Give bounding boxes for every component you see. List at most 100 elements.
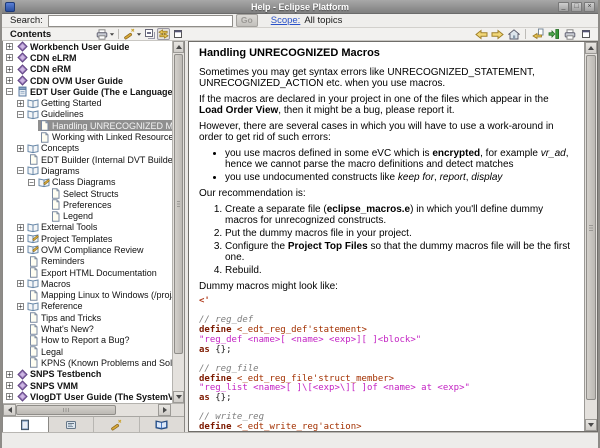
topic-content-pane: Handling UNRECOGNIZED Macros Sometimes yo… bbox=[188, 41, 598, 432]
tree-item[interactable]: Mapping Linux to Windows (/proj/ to bbox=[3, 289, 172, 301]
home-icon[interactable] bbox=[507, 28, 520, 40]
show-in-toc-icon[interactable] bbox=[531, 28, 544, 40]
expand-toggle-icon[interactable]: + bbox=[17, 144, 24, 152]
expand-toggle-icon[interactable]: + bbox=[6, 370, 13, 378]
tree-item[interactable]: + OVM Compliance Review bbox=[3, 244, 172, 255]
scroll-up-button[interactable] bbox=[173, 41, 184, 53]
forward-icon[interactable] bbox=[491, 28, 504, 40]
doc-icon bbox=[49, 210, 61, 222]
search-results-tab[interactable] bbox=[94, 417, 140, 432]
wand-icon[interactable] bbox=[122, 28, 135, 40]
collapse-toggle-icon[interactable]: − bbox=[28, 178, 35, 186]
toc-icon bbox=[16, 52, 28, 64]
expand-toggle-icon[interactable]: + bbox=[17, 235, 24, 243]
search-label: Search: bbox=[10, 15, 43, 26]
tree-item-label: Guidelines bbox=[41, 109, 84, 120]
collapse-toggle-icon[interactable]: − bbox=[6, 88, 13, 96]
back-icon[interactable] bbox=[475, 28, 488, 40]
tree-item-label: Diagrams bbox=[41, 165, 80, 176]
bookmarks-tab[interactable] bbox=[140, 417, 185, 432]
tree-item[interactable]: How to Report a Bug? bbox=[3, 335, 172, 346]
expand-toggle-icon[interactable]: + bbox=[17, 223, 24, 231]
tree-item[interactable]: + Macros bbox=[3, 278, 172, 289]
tree-item[interactable]: Reminders bbox=[3, 256, 172, 267]
tree-item[interactable]: Select Structs bbox=[3, 188, 172, 199]
paragraph: Dummy macros might look like: bbox=[199, 281, 338, 292]
print-topic-icon[interactable] bbox=[563, 28, 576, 40]
collapse-toggle-icon[interactable]: − bbox=[17, 167, 24, 175]
tree-item[interactable]: What's New? bbox=[3, 323, 172, 335]
expand-toggle-icon[interactable]: + bbox=[17, 246, 24, 254]
scope-link[interactable]: Scope: bbox=[271, 15, 301, 26]
maximize-view-icon[interactable] bbox=[171, 28, 184, 40]
scroll-left-button[interactable] bbox=[3, 404, 16, 416]
content-vertical-scrollbar[interactable] bbox=[584, 42, 597, 431]
tree-item[interactable]: + Concepts bbox=[3, 143, 172, 154]
tree-item[interactable]: + CDN OVM User Guide bbox=[3, 75, 172, 86]
collapse-all-icon[interactable] bbox=[143, 28, 156, 40]
tree-item-label: KPNS (Known Problems and Solutio bbox=[41, 357, 172, 368]
tree-item[interactable]: − EDT User Guide (The e Language bbox=[3, 86, 172, 97]
doc-icon bbox=[27, 335, 39, 346]
tree-item[interactable]: Legal bbox=[3, 346, 172, 357]
tree-item[interactable]: Working with Linked Resources ( bbox=[3, 131, 172, 143]
contents-tab[interactable] bbox=[3, 417, 49, 432]
tree-item[interactable]: + CDN eLRM bbox=[3, 52, 172, 64]
expand-toggle-icon[interactable]: + bbox=[17, 280, 24, 288]
maximize-content-icon[interactable] bbox=[579, 28, 592, 40]
tree-item[interactable]: − Guidelines bbox=[3, 109, 172, 120]
index-tab[interactable] bbox=[49, 417, 94, 432]
toc-icon bbox=[16, 391, 28, 403]
expand-toggle-icon[interactable]: + bbox=[6, 54, 13, 62]
tree-item[interactable]: Legend bbox=[3, 210, 172, 222]
expand-toggle-icon[interactable]: + bbox=[6, 65, 13, 73]
print-menu-chevron-icon[interactable] bbox=[109, 28, 115, 40]
tree-item[interactable]: EDT Builder (Internal DVT Builder) bbox=[3, 154, 172, 165]
tree-item[interactable]: KPNS (Known Problems and Solutio bbox=[3, 357, 172, 369]
tree-item-label: CDN eRM bbox=[30, 64, 72, 75]
scroll-down-button[interactable] bbox=[585, 419, 597, 431]
link-with-contents-icon[interactable] bbox=[157, 28, 170, 40]
scroll-right-button[interactable] bbox=[158, 404, 171, 416]
tree-vertical-scrollbar[interactable] bbox=[172, 41, 184, 403]
tree-horizontal-scrollbar[interactable] bbox=[3, 403, 184, 416]
content-scrollbar-thumb[interactable] bbox=[586, 55, 596, 400]
tree-item-label: Preferences bbox=[63, 199, 112, 210]
tree-item[interactable]: + CDN eRM bbox=[3, 64, 172, 75]
tree-item[interactable]: + SNPS VMM bbox=[3, 380, 172, 391]
tree-hscrollbar-thumb[interactable] bbox=[16, 405, 116, 415]
scroll-up-button[interactable] bbox=[585, 42, 597, 54]
scroll-down-button[interactable] bbox=[173, 391, 184, 403]
tree-item[interactable]: + VlogDT User Guide (The SystemV bbox=[3, 391, 172, 403]
tree-item-label: Legend bbox=[63, 211, 94, 222]
collapse-toggle-icon[interactable]: − bbox=[17, 110, 24, 118]
tree-item[interactable]: Preferences bbox=[3, 199, 172, 210]
add-bookmark-icon[interactable] bbox=[547, 28, 560, 40]
tree-item[interactable]: Export HTML Documentation bbox=[3, 267, 172, 278]
expand-toggle-icon[interactable]: + bbox=[6, 382, 13, 390]
wand-menu-chevron-icon[interactable] bbox=[136, 28, 142, 40]
print-icon[interactable] bbox=[95, 28, 108, 40]
expand-toggle-icon[interactable]: + bbox=[17, 302, 24, 310]
tree-item[interactable]: Tips and Tricks bbox=[3, 312, 172, 323]
tree-item[interactable]: Handling UNRECOGNIZED Macros bbox=[3, 120, 172, 132]
expand-toggle-icon[interactable]: + bbox=[17, 99, 24, 107]
doc-icon bbox=[38, 120, 50, 131]
paragraph: If the macros are declared in your proje… bbox=[199, 94, 549, 116]
tree-item[interactable]: − Class Diagrams bbox=[3, 177, 172, 188]
tree-item[interactable]: + Getting Started bbox=[3, 97, 172, 108]
search-input[interactable] bbox=[47, 14, 233, 27]
tree-item[interactable]: + Project Templates bbox=[3, 233, 172, 244]
tree-item-label: OVM Compliance Review bbox=[41, 244, 144, 255]
expand-toggle-icon[interactable]: + bbox=[6, 43, 13, 51]
tree-item[interactable]: − Diagrams bbox=[3, 165, 172, 176]
expand-toggle-icon[interactable]: + bbox=[6, 393, 13, 401]
tree-item-label: Macros bbox=[41, 278, 71, 289]
go-button[interactable]: Go bbox=[235, 14, 258, 27]
tree-item[interactable]: + Reference bbox=[3, 301, 172, 312]
tree-item[interactable]: + Workbench User Guide bbox=[3, 41, 172, 52]
tree-item[interactable]: + SNPS Testbench bbox=[3, 369, 172, 380]
tree-item[interactable]: + External Tools bbox=[3, 222, 172, 233]
expand-toggle-icon[interactable]: + bbox=[6, 77, 13, 85]
tree-scrollbar-thumb[interactable] bbox=[174, 54, 183, 354]
